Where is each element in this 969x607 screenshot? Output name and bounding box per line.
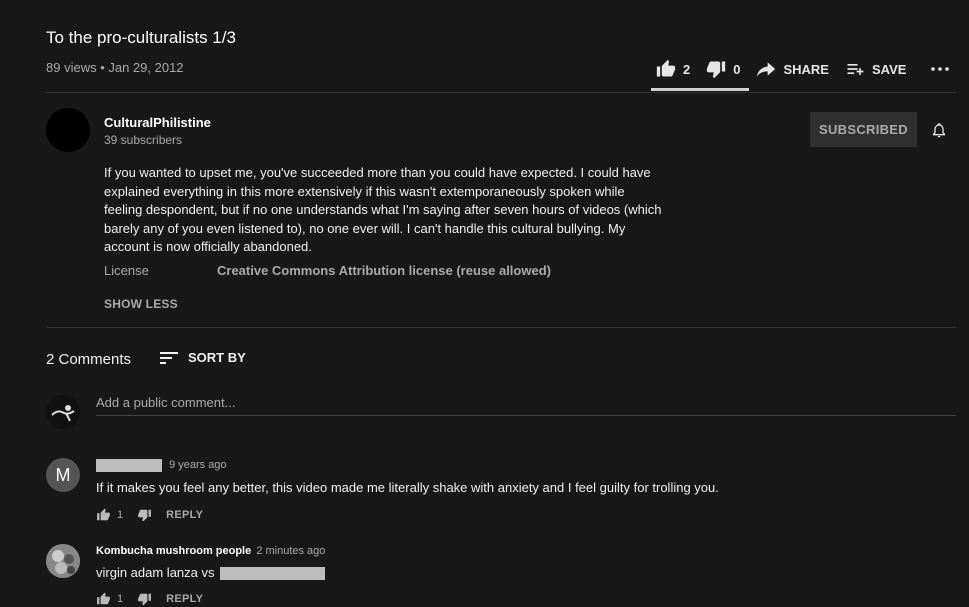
subscribed-button[interactable]: SUBSCRIBED xyxy=(810,112,917,147)
comment-like-count: 1 xyxy=(117,509,124,521)
reply-button[interactable]: REPLY xyxy=(166,509,203,521)
subscriber-count: 39 subscribers xyxy=(104,133,183,147)
user-avatar-image xyxy=(46,395,80,429)
comment-text: If it makes you feel any better, this vi… xyxy=(96,480,719,495)
comment-actions: 1 REPLY xyxy=(96,592,203,606)
comment-actions: 1 REPLY xyxy=(96,508,203,522)
add-comment-input[interactable]: Add a public comment... xyxy=(96,395,235,410)
like-count: 2 xyxy=(683,61,691,77)
thumbs-down-icon[interactable] xyxy=(137,592,152,606)
license-link[interactable]: Creative Commons Attribution license (re… xyxy=(217,263,551,278)
license-label: License xyxy=(104,263,149,278)
reply-button[interactable]: REPLY xyxy=(166,593,203,605)
comment-like-count: 1 xyxy=(117,593,124,605)
thumbs-up-icon[interactable] xyxy=(96,592,111,606)
redacted-username xyxy=(96,459,162,472)
divider xyxy=(46,92,956,93)
like-button[interactable]: 2 xyxy=(655,59,690,79)
sort-by-button[interactable]: SORT BY xyxy=(160,350,246,365)
comment-avatar[interactable] xyxy=(46,544,80,578)
comment-avatar[interactable]: M xyxy=(46,458,80,492)
video-meta: 89 views • Jan 29, 2012 xyxy=(46,60,184,75)
thumbs-down-icon xyxy=(707,61,726,79)
dislike-button[interactable]: 0 xyxy=(705,59,740,79)
user-avatar xyxy=(46,395,80,429)
save-button[interactable]: SAVE xyxy=(844,59,906,79)
thumbs-up-icon xyxy=(656,59,676,77)
like-bar-fill xyxy=(651,88,749,91)
share-label: SHARE xyxy=(783,61,829,77)
video-title: To the pro-culturalists 1/3 xyxy=(46,28,236,47)
video-description: If you wanted to upset me, you've succee… xyxy=(104,164,664,257)
video-actions: 2 0 SHARE SAVE xyxy=(655,58,921,80)
notification-bell-button[interactable] xyxy=(931,121,947,144)
playlist-add-icon xyxy=(847,64,864,75)
comment-time[interactable]: 2 minutes ago xyxy=(256,545,325,557)
thumbs-up-icon[interactable] xyxy=(96,508,111,522)
sort-icon xyxy=(160,351,178,364)
channel-name[interactable]: CulturalPhilistine xyxy=(104,115,211,130)
more-actions-button[interactable] xyxy=(930,62,950,81)
share-button[interactable]: SHARE xyxy=(755,59,829,79)
view-count: 89 views xyxy=(46,60,97,75)
share-arrow-icon xyxy=(757,62,776,77)
dislike-count: 0 xyxy=(733,61,741,77)
show-less-button[interactable]: SHOW LESS xyxy=(104,297,178,311)
channel-avatar[interactable] xyxy=(46,108,90,152)
redacted-text xyxy=(220,567,326,581)
save-label: SAVE xyxy=(871,61,907,77)
comment-author[interactable]: Kombucha mushroom people xyxy=(96,545,251,557)
comments-count: 2 Comments xyxy=(46,351,132,368)
add-comment-underline xyxy=(96,415,956,416)
meta-separator: • xyxy=(96,60,109,75)
divider xyxy=(46,327,956,328)
bell-icon xyxy=(933,123,945,138)
like-dislike-bar xyxy=(651,88,749,91)
comment-time[interactable]: 9 years ago xyxy=(169,459,226,471)
comment-header: 9 years ago xyxy=(96,459,227,472)
comment-header: Kombucha mushroom people 2 minutes ago xyxy=(96,545,325,557)
sort-label: SORT BY xyxy=(188,350,246,365)
upload-date: Jan 29, 2012 xyxy=(108,60,184,75)
thumbs-down-icon[interactable] xyxy=(137,508,152,522)
more-horizontal-icon xyxy=(931,67,949,71)
comment-text-row: virgin adam lanza vs xyxy=(96,565,326,581)
description-text: If you wanted to upset me, you've succee… xyxy=(104,165,662,254)
comment-text: virgin adam lanza vs xyxy=(96,565,215,580)
comment-avatar-image xyxy=(46,544,80,578)
